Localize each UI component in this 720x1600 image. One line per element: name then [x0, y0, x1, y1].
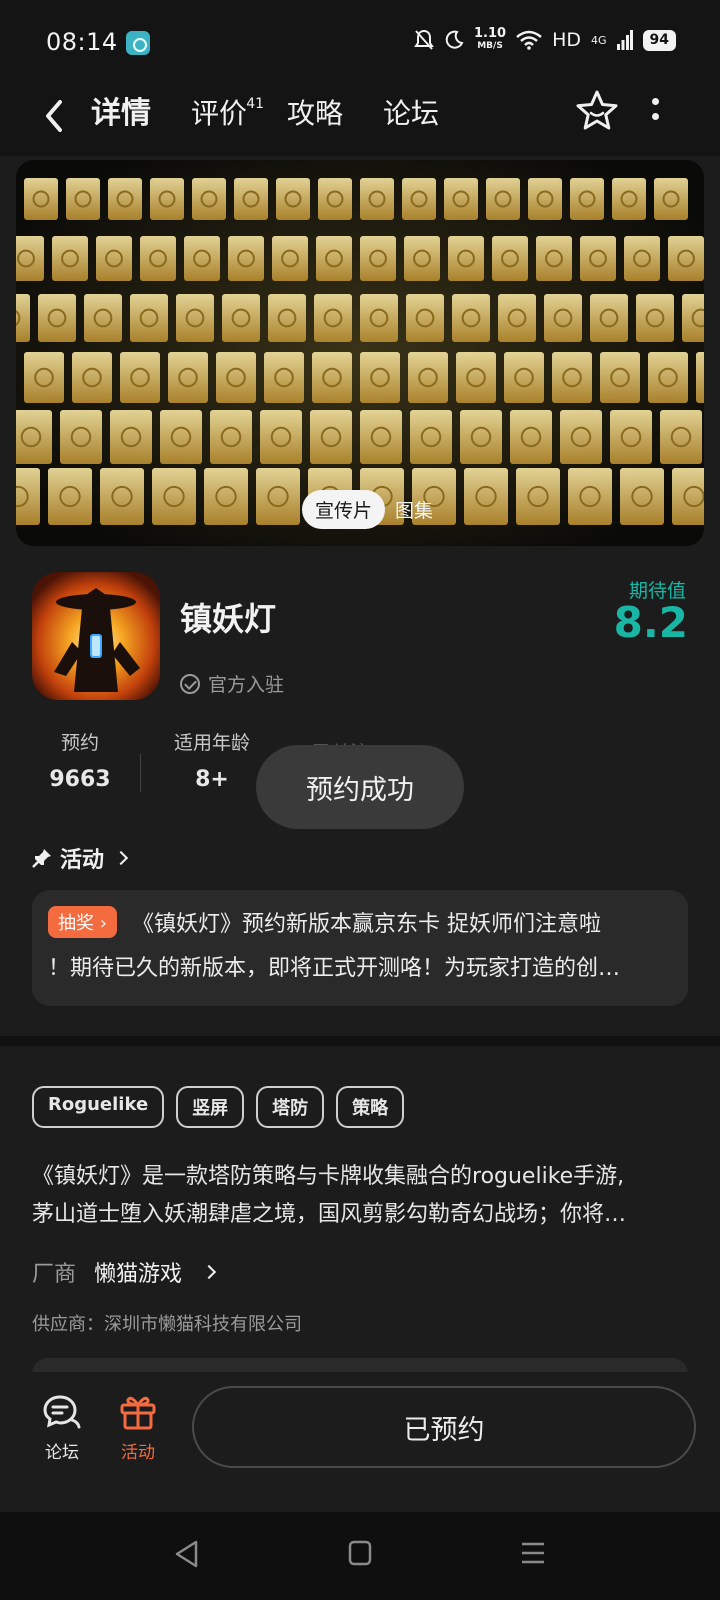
reserve-success-toast: 预约成功	[256, 745, 464, 829]
supplier-text: 供应商：深圳市懒猫科技有限公司	[32, 1314, 302, 1335]
forum-button[interactable]: 论坛	[27, 1394, 97, 1463]
activity-card[interactable]: 抽奖 › 《镇妖灯》预约新版本赢京东卡 捉妖师们注意啦 ！期待已久的新版本，即将…	[32, 890, 688, 1006]
more-icon[interactable]	[650, 98, 660, 128]
tab-guides[interactable]: 攻略	[286, 92, 344, 136]
app-icon	[32, 572, 160, 700]
system-nav-bar	[0, 1512, 720, 1600]
expectation-score: 8.2	[613, 598, 688, 647]
tag-list: Roguelike 竖屏 塔防 策略	[32, 1086, 405, 1128]
media-toggle: 宣传片 图集	[302, 490, 433, 529]
battery-indicator: 94	[642, 29, 676, 51]
tab-details[interactable]: 详情	[86, 92, 156, 137]
system-back-icon[interactable]	[174, 1540, 200, 1568]
mute-bell-icon	[414, 29, 434, 50]
tab-forum[interactable]: 论坛	[382, 92, 440, 136]
media-banner[interactable]: 宣传片 图集	[16, 160, 704, 546]
tag-roguelike[interactable]: Roguelike	[32, 1086, 165, 1128]
network-type: 4G	[590, 33, 607, 47]
system-home-icon[interactable]	[348, 1540, 372, 1566]
app-title: 镇妖灯	[180, 600, 277, 638]
tag-tower-defense[interactable]: 塔防	[256, 1086, 325, 1128]
official-badge: 官方入驻	[180, 670, 284, 697]
activity-text-line1: 《镇妖灯》预约新版本赢京东卡 捉妖师们注意啦	[132, 912, 601, 937]
pin-icon	[32, 849, 51, 868]
wifi-icon	[516, 30, 542, 50]
reserved-button[interactable]: 已预约	[192, 1386, 696, 1468]
tag-portrait[interactable]: 竖屏	[176, 1086, 245, 1128]
signal-icon	[616, 30, 633, 50]
vendor-row[interactable]: 厂商 懒猫游戏	[32, 1256, 217, 1288]
reserve-stat: 预约 9663	[49, 732, 111, 792]
review-count-badge: 41	[246, 96, 265, 112]
bottom-action-bar: 论坛 活动 已预约	[0, 1372, 720, 1512]
section-divider	[0, 1036, 720, 1046]
star-icon[interactable]	[574, 88, 620, 134]
status-time: 08:14	[46, 28, 118, 56]
age-stat: 适用年龄 8+	[173, 732, 250, 792]
status-bar: 08:14 1.10 MB/S HD 4G 94	[0, 0, 720, 84]
tab-reviews[interactable]: 评价 41	[190, 92, 264, 136]
status-icons: 1.10 MB/S HD 4G 94	[414, 26, 676, 52]
notification-app-icon	[126, 31, 150, 55]
gift-icon	[120, 1396, 156, 1430]
chevron-right-icon	[201, 1264, 217, 1280]
trailer-tab[interactable]: 宣传片	[302, 490, 386, 529]
gallery-tab[interactable]: 图集	[395, 496, 433, 523]
stat-divider	[140, 754, 141, 792]
check-circle-icon	[180, 673, 200, 694]
top-nav-bar: 详情 评价 41 攻略 论坛	[0, 84, 720, 156]
nav-tabs: 详情 评价 41 攻略 论坛	[86, 92, 440, 137]
activity-button[interactable]: 活动	[103, 1394, 173, 1463]
system-menu-icon[interactable]	[520, 1540, 546, 1566]
hd-indicator: HD	[552, 29, 581, 51]
lottery-tag: 抽奖 ›	[48, 906, 117, 938]
activity-text-line2: ！期待已久的新版本，即将正式开测咯！为玩家打造的创…	[48, 956, 621, 981]
tag-strategy[interactable]: 策略	[336, 1086, 405, 1128]
forum-chat-icon	[43, 1395, 81, 1429]
chevron-right-icon	[113, 850, 129, 866]
game-description[interactable]: 《镇妖灯》是一款塔防策略与卡牌收集融合的roguelike手游, 茅山道士堕入妖…	[32, 1158, 688, 1234]
banner-card-grid-image	[16, 160, 704, 546]
net-speed: 1.10 MB/S	[473, 26, 507, 51]
activity-header[interactable]: 活动	[32, 842, 129, 874]
moon-icon	[445, 30, 464, 49]
back-arrow-icon[interactable]	[38, 94, 72, 138]
